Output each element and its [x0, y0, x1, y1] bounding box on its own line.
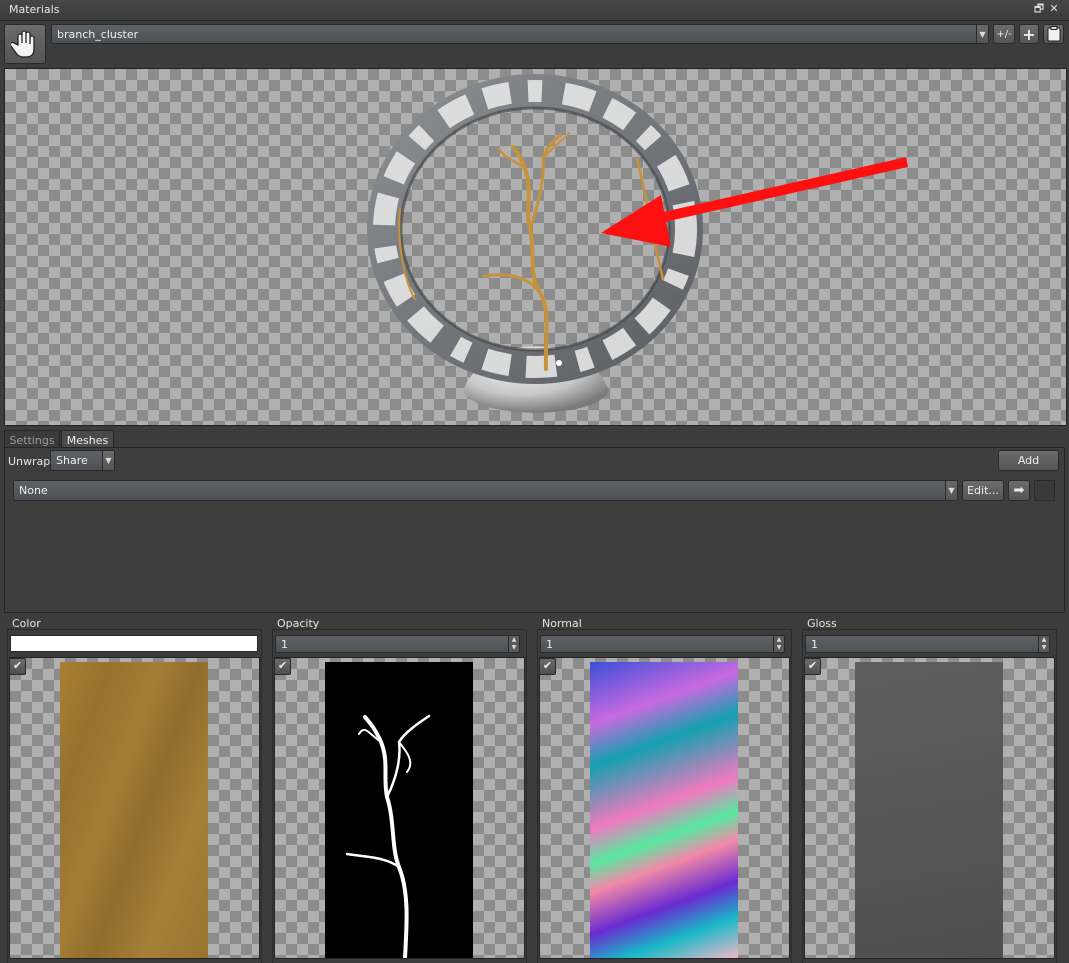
add-mesh-button[interactable]: Add — [998, 450, 1059, 471]
normal-value: 1 — [546, 638, 553, 651]
arrow-right-button[interactable]: ➡ — [1008, 480, 1030, 501]
channel-color: Color ✔ — [5, 617, 264, 963]
color-enabled-checkbox[interactable]: ✔ — [9, 658, 26, 675]
close-icon[interactable]: ✕ — [1047, 2, 1061, 16]
chevron-down-icon: ▼ — [976, 25, 988, 43]
gloss-texture — [855, 662, 1003, 958]
channel-gloss: Gloss 1 ▲ ▼ ✔ — [800, 617, 1059, 963]
tab-meshes[interactable]: Meshes — [61, 430, 114, 448]
mesh-select-value: None — [19, 484, 48, 497]
tab-settings[interactable]: Settings — [4, 430, 60, 448]
meshes-panel — [4, 447, 1065, 613]
normal-texture-thumbnail[interactable] — [539, 657, 790, 959]
unwrap-select-value: Share — [56, 454, 88, 467]
red-arrow-annotation — [601, 157, 909, 247]
restore-icon[interactable]: 🗗 — [1032, 2, 1046, 16]
color-swatch-input[interactable] — [10, 635, 258, 652]
unwrap-select[interactable]: Share ▼ — [50, 450, 115, 471]
spin-arrows-icon[interactable]: ▲ ▼ — [508, 636, 519, 652]
edit-mesh-button[interactable]: Edit... — [962, 480, 1004, 501]
normal-spinbox[interactable]: 1 ▲ ▼ — [540, 635, 785, 653]
opacity-value: 1 — [281, 638, 288, 651]
color-texture — [60, 662, 208, 958]
gloss-texture-thumbnail[interactable] — [804, 657, 1055, 959]
channel-normal: Normal 1 ▲ ▼ ✔ — [535, 617, 794, 963]
chevron-down-icon: ▼ — [945, 481, 957, 500]
material-select[interactable]: branch_cluster ▼ — [51, 24, 989, 44]
opacity-texture — [325, 662, 473, 958]
panel-titlebar: Materials 🗗 ✕ — [0, 0, 1069, 21]
spin-arrows-icon[interactable]: ▲ ▼ — [773, 636, 784, 652]
material-select-value: branch_cluster — [57, 28, 139, 41]
normal-texture — [590, 662, 738, 958]
opacity-branch-mask — [345, 714, 431, 958]
channel-opacity: Opacity 1 ▲ ▼ ✔ — [270, 617, 529, 963]
opacity-spinbox[interactable]: 1 ▲ ▼ — [275, 635, 520, 653]
normal-enabled-checkbox[interactable]: ✔ — [539, 658, 556, 675]
unwrap-label: Unwrap — [8, 455, 51, 468]
gloss-enabled-checkbox[interactable]: ✔ — [804, 658, 821, 675]
mesh-color-swatch[interactable] — [1034, 480, 1055, 501]
preview-render — [367, 74, 909, 413]
opacity-texture-thumbnail[interactable] — [274, 657, 525, 959]
hand-tool-icon — [11, 30, 35, 58]
chevron-down-icon: ▼ — [102, 451, 114, 470]
gloss-spinbox[interactable]: 1 ▲ ▼ — [805, 635, 1050, 653]
clipboard-button[interactable] — [1043, 24, 1064, 44]
panel-title: Materials — [9, 3, 60, 16]
hand-tool-button[interactable] — [4, 24, 46, 64]
plus-minus-button[interactable]: +/- — [993, 24, 1015, 44]
spin-arrows-icon[interactable]: ▲ ▼ — [1038, 636, 1049, 652]
mesh-select[interactable]: None ▼ — [13, 480, 958, 501]
add-material-button[interactable]: + — [1019, 24, 1039, 44]
opacity-enabled-checkbox[interactable]: ✔ — [274, 658, 291, 675]
material-preview-viewport[interactable] — [4, 68, 1067, 426]
gloss-value: 1 — [811, 638, 818, 651]
clipboard-icon — [1047, 26, 1060, 42]
color-texture-thumbnail[interactable] — [9, 657, 260, 959]
